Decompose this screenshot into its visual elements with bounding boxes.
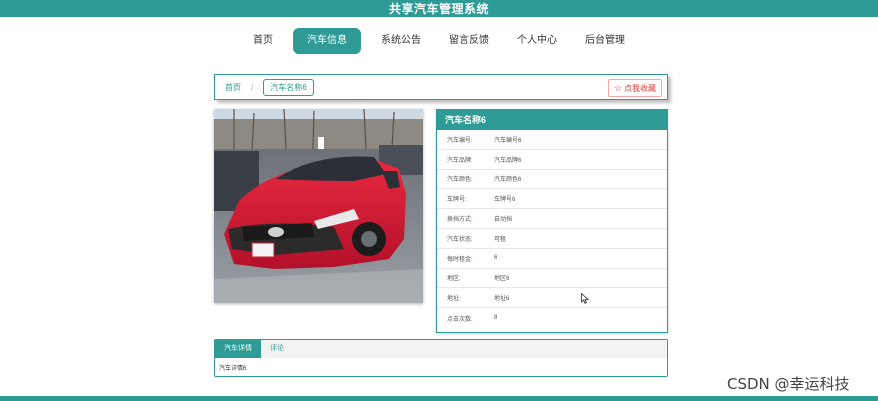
detail-value: 汽车颜色6: [494, 177, 522, 184]
nav-item-feedback[interactable]: 留言反馈: [441, 28, 497, 54]
detail-row: 地区: 地区6: [437, 269, 667, 289]
detail-row: 每时租金: 6: [437, 249, 667, 269]
star-outline-icon: ☆: [613, 82, 622, 93]
detail-row: 汽车状态: 可租: [437, 229, 667, 249]
nav-item-announcements[interactable]: 系统公告: [373, 28, 429, 54]
tab-comments[interactable]: 评论: [261, 340, 293, 358]
car-image: [214, 109, 423, 303]
nav-item-car-info[interactable]: 汽车信息: [293, 28, 361, 54]
breadcrumb-separator: /: [251, 82, 254, 92]
detail-row: 汽车品牌: 汽车品牌6: [437, 150, 667, 170]
main-nav: 首页 汽车信息 系统公告 留言反馈 个人中心 后台管理: [0, 28, 878, 54]
detail-key: 点击次数:: [447, 316, 473, 323]
detail-value: 汽车编号6: [494, 137, 522, 144]
breadcrumb: 首页 / 汽车名称6 ☆ 点我收藏: [214, 74, 668, 100]
breadcrumb-home-link[interactable]: 首页: [225, 82, 241, 93]
car-detail-panel: 汽车名称6 汽车编号: 汽车编号6 汽车品牌: 汽车品牌6 汽车颜色: 汽车颜色6 车…: [436, 109, 668, 333]
detail-value: 汽车品牌6: [494, 157, 522, 164]
detail-key: 汽车编号:: [447, 137, 473, 144]
detail-value: 地址6: [494, 296, 510, 303]
mouse-cursor-icon: [581, 293, 589, 304]
breadcrumb-current: 汽车名称6: [263, 78, 314, 96]
app-header: 共享汽车管理系统: [0, 0, 878, 17]
detail-key: 汽车状态:: [447, 236, 473, 243]
favorite-button[interactable]: ☆ 点我收藏: [607, 79, 662, 97]
detail-value: 自动挡: [494, 217, 513, 224]
detail-value: 8: [494, 315, 498, 322]
detail-row: 换挡方式: 自动挡: [437, 209, 667, 229]
nav-item-home[interactable]: 首页: [245, 28, 281, 54]
detail-key: 地址:: [447, 296, 461, 303]
tab-content: 汽车详情6: [219, 366, 247, 372]
detail-value: 6: [494, 255, 498, 262]
favorite-button-label: 点我收藏: [624, 83, 656, 93]
detail-value: 车牌号6: [494, 197, 516, 204]
detail-row: 点击次数: 8: [437, 308, 667, 328]
detail-row: 汽车颜色: 汽车颜色6: [437, 170, 667, 190]
detail-row: 汽车编号: 汽车编号6: [437, 130, 667, 150]
app-title: 共享汽车管理系统: [388, 2, 489, 16]
tab-car-details[interactable]: 汽车详情: [215, 340, 261, 358]
tab-bar: 汽车详情 评论: [215, 340, 667, 358]
detail-key: 每时租金:: [447, 256, 473, 263]
nav-item-profile[interactable]: 个人中心: [509, 28, 565, 54]
car-photo: [214, 109, 423, 303]
nav-item-admin[interactable]: 后台管理: [577, 28, 633, 54]
detail-key: 汽车品牌:: [447, 157, 473, 164]
detail-key: 换挡方式:: [447, 217, 473, 224]
detail-row: 车牌号: 车牌号6: [437, 189, 667, 210]
detail-row: 地址: 地址6: [437, 288, 667, 309]
detail-key: 地区:: [447, 276, 461, 283]
footer-bar: [0, 396, 878, 401]
detail-tabs: 汽车详情 评论 汽车详情6: [214, 339, 668, 377]
detail-value: 可租: [494, 236, 507, 243]
detail-key: 车牌号:: [447, 197, 467, 204]
detail-value: 地区6: [494, 276, 510, 283]
watermark: CSDN @幸运科技: [727, 375, 850, 393]
detail-key: 汽车颜色:: [447, 177, 473, 184]
car-detail-title: 汽车名称6: [437, 110, 667, 130]
